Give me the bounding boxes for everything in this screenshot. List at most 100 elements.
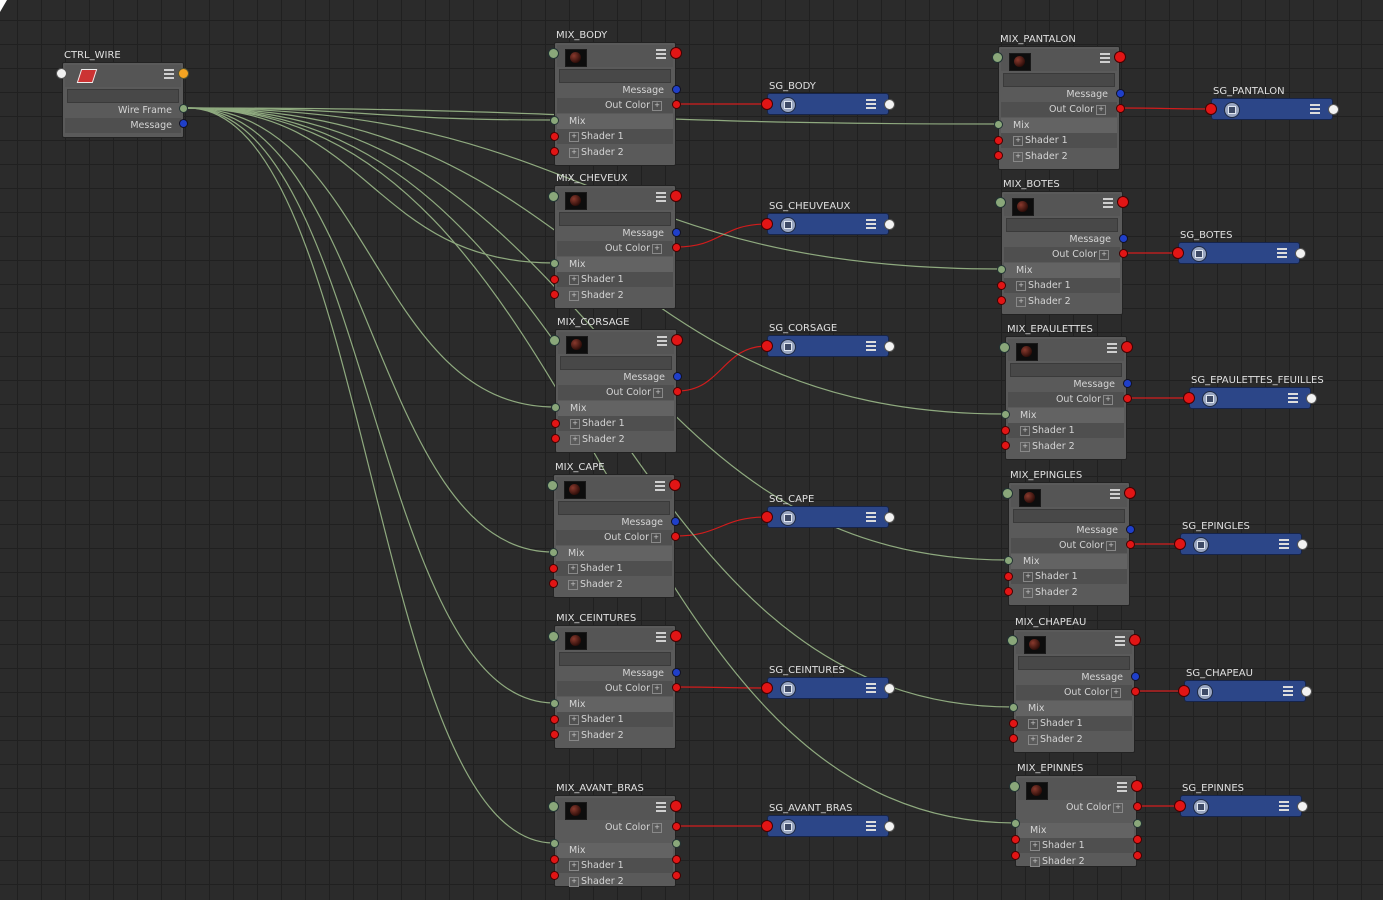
- shader1-port[interactable]: [550, 855, 559, 864]
- shading-group-node[interactable]: SG_AVANT_BRAS: [761, 803, 895, 837]
- expand-plus-icon[interactable]: +: [569, 714, 579, 725]
- input-port[interactable]: [1174, 538, 1186, 550]
- node-menu-icon[interactable]: [1279, 539, 1289, 549]
- shader2-port[interactable]: [550, 290, 559, 299]
- shader1-port[interactable]: [1009, 719, 1018, 728]
- output-port[interactable]: [1301, 686, 1312, 697]
- node-menu-icon[interactable]: [656, 632, 666, 642]
- shading-group-node[interactable]: SG_EPINGLES: [1174, 521, 1308, 555]
- message-port[interactable]: [1119, 234, 1128, 243]
- output-port[interactable]: [1297, 539, 1308, 550]
- shader2-port[interactable]: [994, 151, 1003, 160]
- output-port[interactable]: [1328, 104, 1339, 115]
- input-port[interactable]: [548, 48, 559, 59]
- input-port[interactable]: [56, 68, 67, 79]
- shading-group-node[interactable]: SG_CORSAGE: [761, 323, 895, 357]
- output-port[interactable]: [1306, 393, 1317, 404]
- output-port[interactable]: [1124, 487, 1136, 499]
- mix-node[interactable]: MIX_AVANT_BRAS Out Color + Mix + Shader 1 + Sha…: [548, 783, 682, 887]
- color-wire[interactable]: [1119, 107, 1212, 110]
- out-color-port[interactable]: [1131, 687, 1140, 696]
- color-wire[interactable]: [674, 516, 768, 537]
- shading-group-node[interactable]: SG_EPINNES: [1174, 783, 1308, 817]
- mix-port[interactable]: [550, 839, 559, 848]
- color-wire[interactable]: [675, 686, 768, 689]
- input-port[interactable]: [761, 820, 773, 832]
- node-menu-icon[interactable]: [164, 69, 174, 79]
- out-color-port[interactable]: [1126, 540, 1135, 549]
- message-port[interactable]: [672, 85, 681, 94]
- shading-group-node[interactable]: SG_PANTALON: [1205, 86, 1339, 120]
- out-color-port[interactable]: [673, 387, 682, 396]
- shader2-port[interactable]: [549, 579, 558, 588]
- node-menu-icon[interactable]: [1103, 198, 1113, 208]
- node-menu-icon[interactable]: [657, 336, 667, 346]
- mix-node[interactable]: MIX_EPINNES Out Color + Mix + Shader 1 + Shader…: [1009, 763, 1143, 867]
- expand-plus-icon[interactable]: +: [1106, 540, 1116, 551]
- node-menu-icon[interactable]: [1279, 801, 1289, 811]
- shading-group-node[interactable]: SG_BODY: [761, 81, 895, 115]
- expand-plus-icon[interactable]: +: [1030, 856, 1040, 867]
- color-wire[interactable]: [675, 223, 768, 248]
- shading-group-node[interactable]: SG_CHAPEAU: [1178, 668, 1312, 702]
- node-menu-icon[interactable]: [655, 481, 665, 491]
- mix-port[interactable]: [549, 548, 558, 557]
- output-port[interactable]: [884, 219, 895, 230]
- message-port[interactable]: [1126, 525, 1135, 534]
- shader1-port[interactable]: [550, 715, 559, 724]
- output-port[interactable]: [884, 512, 895, 523]
- expand-plus-icon[interactable]: +: [1096, 104, 1106, 115]
- input-port[interactable]: [548, 191, 559, 202]
- node-menu-icon[interactable]: [866, 341, 876, 351]
- out-color-port[interactable]: [1123, 394, 1132, 403]
- mix-node[interactable]: MIX_EPINGLES Message Out Color + Mix + Shader …: [1002, 470, 1136, 606]
- shader1-out-port[interactable]: [672, 855, 681, 864]
- node-menu-icon[interactable]: [1100, 53, 1110, 63]
- node-menu-icon[interactable]: [656, 192, 666, 202]
- mix-port[interactable]: [1009, 703, 1018, 712]
- shader2-port[interactable]: [550, 147, 559, 156]
- message-port[interactable]: [1131, 672, 1140, 681]
- node-menu-icon[interactable]: [866, 683, 876, 693]
- expand-plus-icon[interactable]: +: [1013, 135, 1023, 146]
- input-port[interactable]: [761, 98, 773, 110]
- output-port[interactable]: [884, 99, 895, 110]
- node-menu-icon[interactable]: [1310, 104, 1320, 114]
- shading-group-node[interactable]: SG_BOTES: [1172, 230, 1306, 264]
- mix-node[interactable]: MIX_CEINTURES Message Out Color + Mix + Shader…: [548, 613, 682, 749]
- input-port[interactable]: [1007, 635, 1018, 646]
- out-color-port[interactable]: [672, 243, 681, 252]
- message-port[interactable]: [672, 668, 681, 677]
- expand-plus-icon[interactable]: +: [569, 876, 579, 887]
- input-port[interactable]: [992, 52, 1003, 63]
- mix-node[interactable]: MIX_CHAPEAU Message Out Color + Mix + Shader 1…: [1007, 617, 1141, 753]
- expand-plus-icon[interactable]: +: [652, 243, 662, 254]
- mix-port[interactable]: [1011, 819, 1020, 828]
- mix-port[interactable]: [1004, 556, 1013, 565]
- expand-plus-icon[interactable]: +: [1103, 394, 1113, 405]
- node-menu-icon[interactable]: [1115, 636, 1125, 646]
- expand-plus-icon[interactable]: +: [1023, 587, 1033, 598]
- message-port[interactable]: [673, 372, 682, 381]
- input-port[interactable]: [1009, 781, 1020, 792]
- expand-plus-icon[interactable]: +: [570, 418, 580, 429]
- output-port[interactable]: [1297, 801, 1308, 812]
- expand-plus-icon[interactable]: +: [1028, 734, 1038, 745]
- input-port[interactable]: [548, 631, 559, 642]
- shader2-port[interactable]: [551, 434, 560, 443]
- expand-plus-icon[interactable]: +: [1016, 280, 1026, 291]
- expand-plus-icon[interactable]: +: [568, 563, 578, 574]
- mix-port[interactable]: [550, 259, 559, 268]
- shader2-port[interactable]: [550, 730, 559, 739]
- message-out-port[interactable]: [179, 119, 188, 128]
- shader1-port[interactable]: [1011, 835, 1020, 844]
- shader2-port[interactable]: [1004, 587, 1013, 596]
- shader1-port[interactable]: [549, 564, 558, 573]
- shader2-port[interactable]: [1009, 734, 1018, 743]
- expand-plus-icon[interactable]: +: [652, 683, 662, 694]
- mix-out-port[interactable]: [672, 839, 681, 848]
- expand-plus-icon[interactable]: +: [569, 730, 579, 741]
- expand-plus-icon[interactable]: +: [569, 274, 579, 285]
- mix-port[interactable]: [1001, 410, 1010, 419]
- node-menu-icon[interactable]: [1277, 248, 1287, 258]
